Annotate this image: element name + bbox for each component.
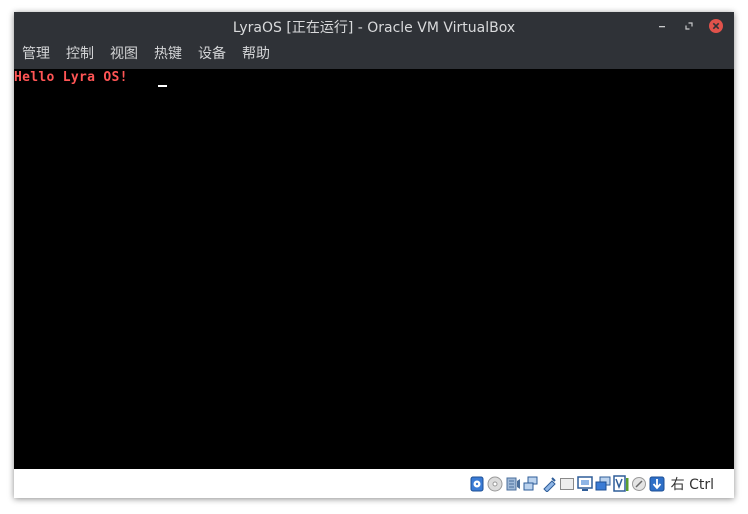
menu-input[interactable]: 热键 [146, 40, 190, 69]
menu-view[interactable]: 视图 [102, 40, 146, 69]
host-key-arrow-icon[interactable] [649, 475, 665, 493]
minimize-button[interactable] [654, 18, 670, 34]
usb-icon[interactable] [541, 475, 557, 493]
console-output: Hello Lyra OS! [14, 70, 128, 85]
optical-drive-icon[interactable] [487, 475, 503, 493]
window-title: LyraOS [正在运行] - Oracle VM VirtualBox [232, 20, 516, 36]
close-icon [709, 19, 723, 33]
title-bar[interactable]: LyraOS [正在运行] - Oracle VM VirtualBox [14, 12, 734, 40]
network-icon[interactable] [523, 475, 539, 493]
menu-bar: 管理 控制 视图 热键 设备 帮助 [14, 40, 734, 69]
close-button[interactable] [708, 18, 724, 34]
minimize-icon [659, 26, 665, 28]
virtualbox-window: LyraOS [正在运行] - Oracle VM VirtualBox 管理 … [14, 12, 734, 498]
menu-machine[interactable]: 管理 [14, 40, 58, 69]
menu-control[interactable]: 控制 [58, 40, 102, 69]
maximize-button[interactable] [681, 18, 697, 34]
menu-devices[interactable]: 设备 [190, 40, 234, 69]
vm-display[interactable]: Hello Lyra OS! [14, 69, 734, 469]
display-icon[interactable] [576, 475, 593, 493]
hard-disk-icon[interactable] [469, 475, 485, 493]
maximize-icon [685, 22, 693, 30]
shared-folders-icon[interactable] [559, 475, 575, 493]
audio-icon[interactable] [505, 475, 521, 493]
status-bar: 右 Ctrl [14, 469, 734, 498]
status-indicators: 右 Ctrl [467, 474, 714, 494]
menu-help[interactable]: 帮助 [234, 40, 278, 69]
cpu-activity-icon[interactable] [612, 475, 629, 493]
host-key-label: 右 Ctrl [670, 477, 714, 493]
text-cursor [158, 85, 167, 87]
video-capture-icon[interactable] [595, 475, 611, 493]
mouse-integration-icon[interactable] [631, 475, 647, 493]
